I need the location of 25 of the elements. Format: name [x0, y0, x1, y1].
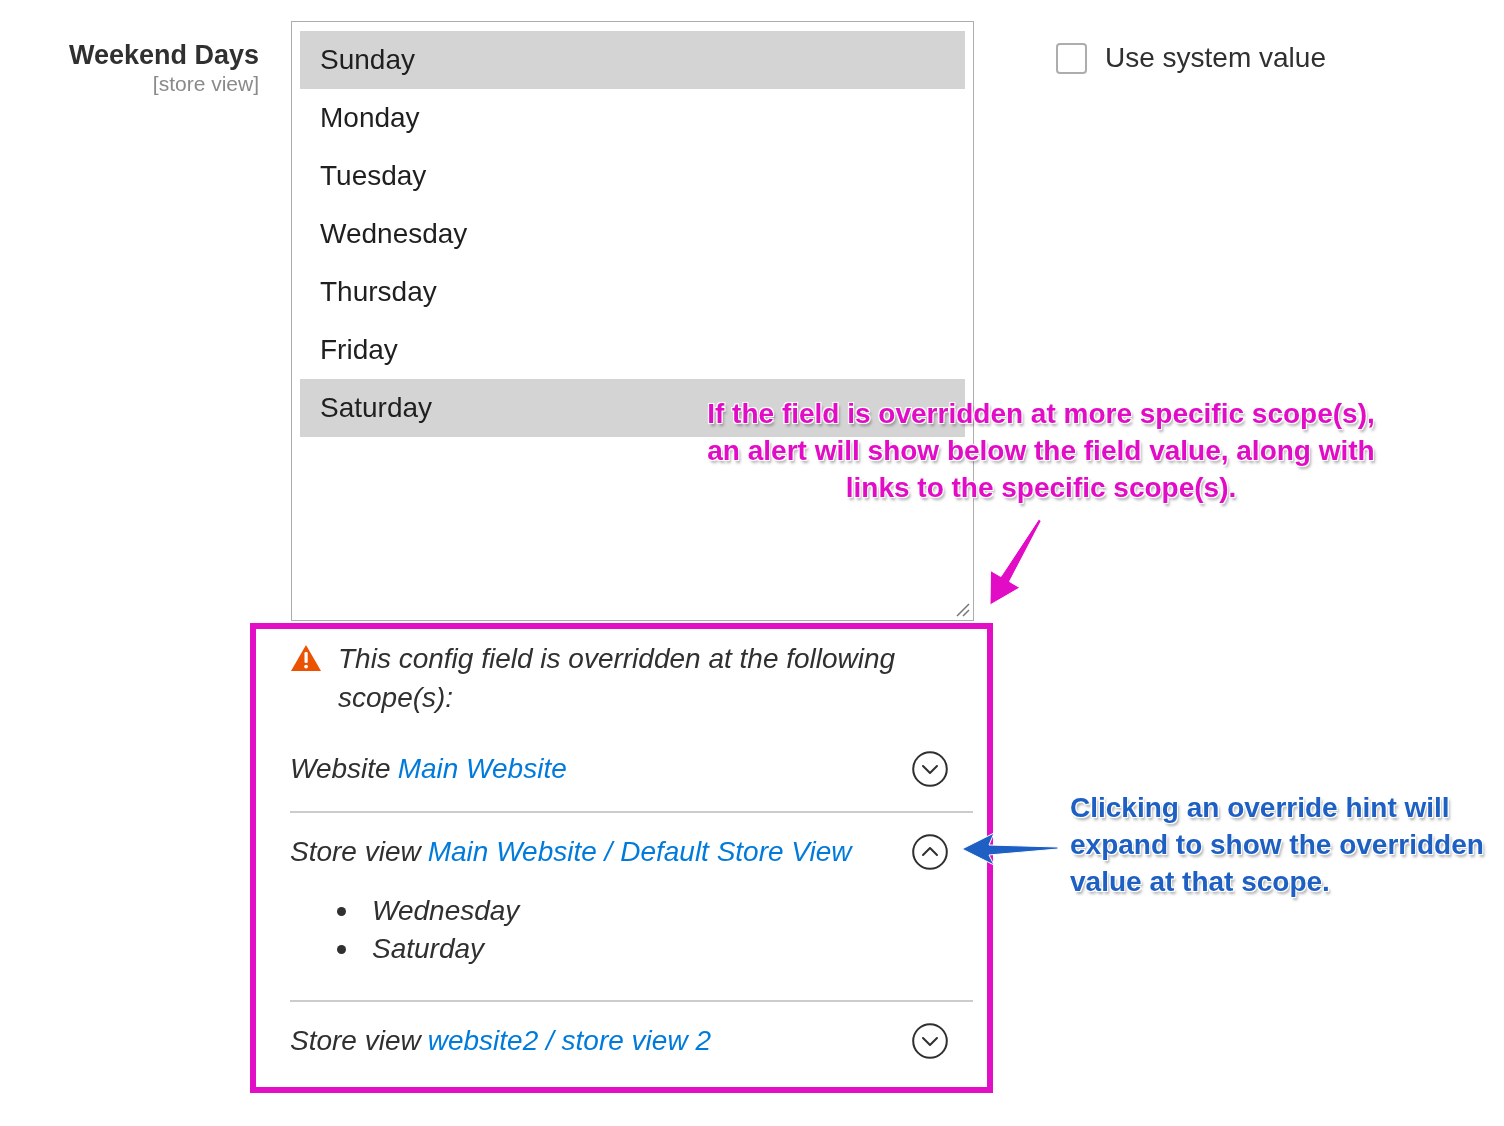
checkbox-label: Use system value — [1105, 41, 1326, 75]
chevron-down-circle-icon — [912, 751, 948, 787]
warning-icon — [290, 644, 322, 672]
bullet-icon — [337, 906, 346, 916]
scope-link[interactable]: Main Website — [397, 751, 567, 787]
scope-type: Store view — [290, 1024, 421, 1058]
chevron-down-circle-icon — [912, 1023, 948, 1059]
expand-toggle[interactable] — [912, 1023, 948, 1059]
override-value: Wednesday — [372, 894, 520, 928]
alert-message: This config field is overridden at the following scope(s): — [338, 642, 897, 715]
scope-type: Store view — [290, 835, 421, 869]
expand-toggle[interactable] — [912, 751, 948, 787]
resize-handle-icon[interactable] — [956, 603, 970, 617]
scope-type: Website — [290, 752, 391, 786]
scope-link[interactable]: website2 / store view 2 — [427, 1023, 711, 1059]
bullet-icon — [337, 944, 346, 954]
annotation-text: Clicking an override hint will expand to show the overridden value at that scope. — [1070, 791, 1485, 899]
override-value: Saturday — [372, 932, 485, 966]
scope-label: [store view] — [152, 71, 259, 97]
scope-link[interactable]: Main Website / Default Store View — [427, 834, 852, 870]
checkbox[interactable] — [1056, 42, 1087, 74]
listbox-option[interactable]: Sunday — [300, 31, 965, 89]
chevron-up-circle-icon — [912, 834, 948, 870]
expand-toggle[interactable] — [912, 834, 948, 870]
field-label: Weekend Days — [68, 39, 259, 71]
